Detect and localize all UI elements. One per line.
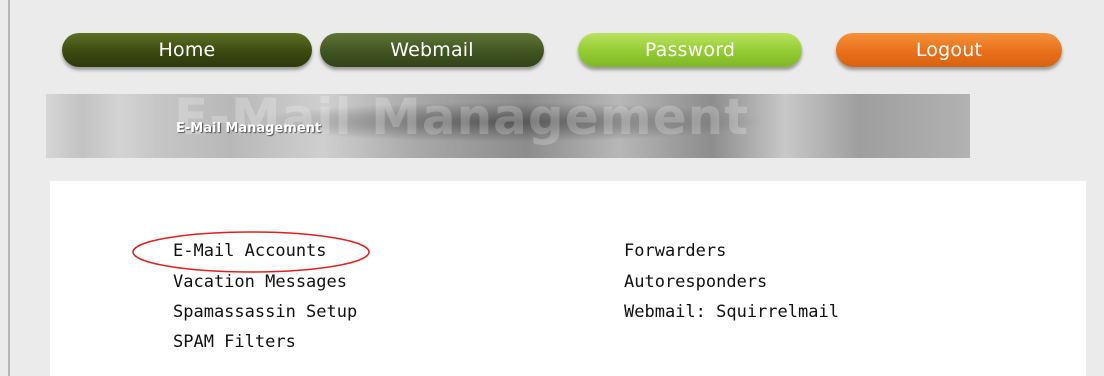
vacation-messages-link[interactable]: Vacation Messages (173, 272, 347, 292)
autoresponders-link[interactable]: Autoresponders (624, 272, 767, 292)
webmail-button[interactable]: Webmail (320, 33, 544, 67)
home-button[interactable]: Home (62, 33, 312, 67)
password-button[interactable]: Password (578, 33, 802, 67)
spam-filters-link[interactable]: SPAM Filters (173, 332, 296, 352)
logout-button[interactable]: Logout (836, 33, 1062, 67)
section-banner: E-Mail Management E-Mail Management (46, 94, 970, 158)
email-accounts-link[interactable]: E-Mail Accounts (173, 241, 327, 261)
spamassassin-setup-link[interactable]: Spamassassin Setup (173, 302, 357, 322)
left-border (8, 0, 10, 376)
webmail-squirrelmail-link[interactable]: Webmail: Squirrelmail (624, 302, 839, 322)
forwarders-link[interactable]: Forwarders (624, 241, 726, 261)
banner-watermark: E-Mail Management (174, 94, 750, 146)
banner-title: E-Mail Management (176, 121, 322, 136)
